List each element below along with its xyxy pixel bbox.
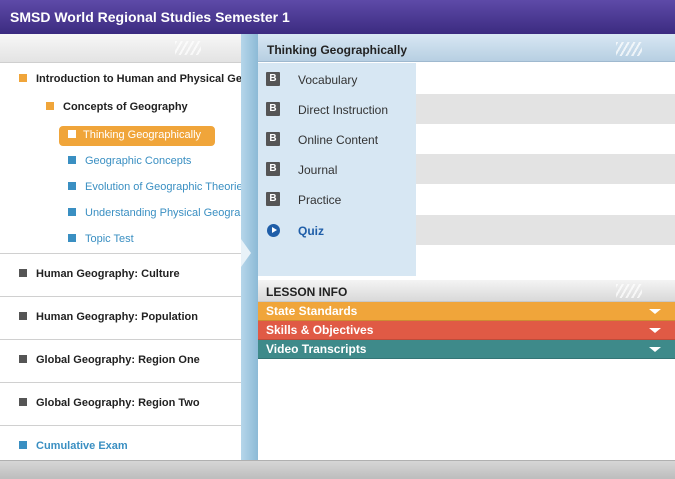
hatch-decoration: [175, 41, 201, 55]
skills-objectives-bar[interactable]: Skills & Objectives: [258, 321, 675, 340]
unit-label: Human Geography: Population: [36, 311, 198, 323]
gray-square-icon: [19, 269, 27, 277]
row-stripe: [416, 215, 675, 245]
orange-square-icon: [46, 102, 54, 110]
nav-panel-header: [0, 34, 241, 63]
activity-row[interactable]: B Direct Instruction: [258, 94, 675, 124]
activity-row[interactable]: B Online Content: [258, 124, 675, 154]
lesson-header: Thinking Geographically: [258, 34, 675, 62]
activity-label: Direct Instruction: [298, 103, 389, 117]
orange-square-icon: [19, 74, 27, 82]
lesson-title: Thinking Geographically: [267, 43, 408, 57]
chapter-label: Introduction to Human and Physical Ge: [36, 73, 242, 85]
book-b-icon: B: [266, 102, 280, 116]
section-label: Video Transcripts: [266, 342, 367, 356]
app-title-bar: SMSD World Regional Studies Semester 1: [0, 0, 675, 34]
white-square-icon: [68, 130, 76, 138]
collapse-arrow-icon[interactable]: [241, 239, 251, 267]
activity-label: Online Content: [298, 133, 379, 147]
exam-item[interactable]: Cumulative Exam: [0, 425, 241, 460]
unit-label: Global Geography: Region One: [36, 354, 200, 366]
lesson-item-selected[interactable]: Thinking Geographically: [59, 126, 215, 146]
lesson-panel: Thinking Geographically B Vocabulary B D…: [258, 34, 675, 460]
quiz-row[interactable]: Quiz: [258, 215, 675, 245]
section-label: Skills & Objectives: [266, 323, 374, 337]
activity-row[interactable]: B Practice: [258, 184, 675, 214]
unit-label: Human Geography: Culture: [36, 268, 180, 280]
quiz-label: Quiz: [298, 224, 324, 238]
lesson-label: Understanding Physical Geogra: [85, 207, 241, 219]
book-b-icon: B: [266, 162, 280, 176]
state-standards-bar[interactable]: State Standards: [258, 302, 675, 321]
blue-square-icon: [68, 156, 76, 164]
activity-row[interactable]: B Vocabulary: [258, 64, 675, 94]
gray-square-icon: [19, 355, 27, 363]
activity-label: Journal: [298, 163, 338, 177]
lesson-info-title: LESSON INFO: [266, 285, 348, 299]
chapter-item[interactable]: Introduction to Human and Physical Ge: [19, 73, 260, 85]
row-stripe: [416, 154, 675, 184]
activity-label: Practice: [298, 193, 342, 207]
section-label: Concepts of Geography: [63, 101, 188, 113]
unit-item[interactable]: Human Geography: Culture: [0, 253, 241, 296]
lesson-info-header: LESSON INFO: [258, 280, 675, 302]
activity-label: Vocabulary: [298, 73, 358, 87]
row-stripe: [416, 94, 675, 124]
blue-square-icon: [68, 208, 76, 216]
lesson-label: Geographic Concepts: [85, 155, 192, 167]
unit-label: Global Geography: Region Two: [36, 397, 200, 409]
section-label: State Standards: [266, 304, 358, 318]
video-transcripts-bar[interactable]: Video Transcripts: [258, 340, 675, 359]
lesson-label: Evolution of Geographic Theorie: [85, 181, 243, 193]
panel-splitter[interactable]: [241, 34, 258, 460]
gray-square-icon: [19, 312, 27, 320]
lesson-label: Thinking Geographically: [83, 129, 202, 141]
book-b-icon: B: [266, 192, 280, 206]
exam-label: Cumulative Exam: [36, 440, 128, 452]
gray-square-icon: [19, 398, 27, 406]
play-icon: [267, 224, 280, 237]
book-b-icon: B: [266, 132, 280, 146]
chevron-down-icon: [649, 328, 661, 333]
chevron-down-icon: [649, 347, 661, 352]
lesson-label: Topic Test: [85, 233, 134, 245]
blue-square-icon: [19, 441, 27, 449]
book-b-icon: B: [266, 72, 280, 86]
footer-bar: [0, 460, 675, 479]
unit-item[interactable]: Human Geography: Population: [0, 296, 241, 339]
hatch-decoration: [616, 42, 642, 56]
unit-item[interactable]: Global Geography: Region Two: [0, 382, 241, 425]
unit-item[interactable]: Global Geography: Region One: [0, 339, 241, 382]
app-title: SMSD World Regional Studies Semester 1: [10, 9, 290, 25]
course-nav-panel: Introduction to Human and Physical Ge Co…: [0, 34, 243, 460]
blue-square-icon: [68, 182, 76, 190]
activity-row[interactable]: B Journal: [258, 154, 675, 184]
hatch-decoration: [616, 284, 642, 298]
chevron-down-icon: [649, 309, 661, 314]
blue-square-icon: [68, 234, 76, 242]
